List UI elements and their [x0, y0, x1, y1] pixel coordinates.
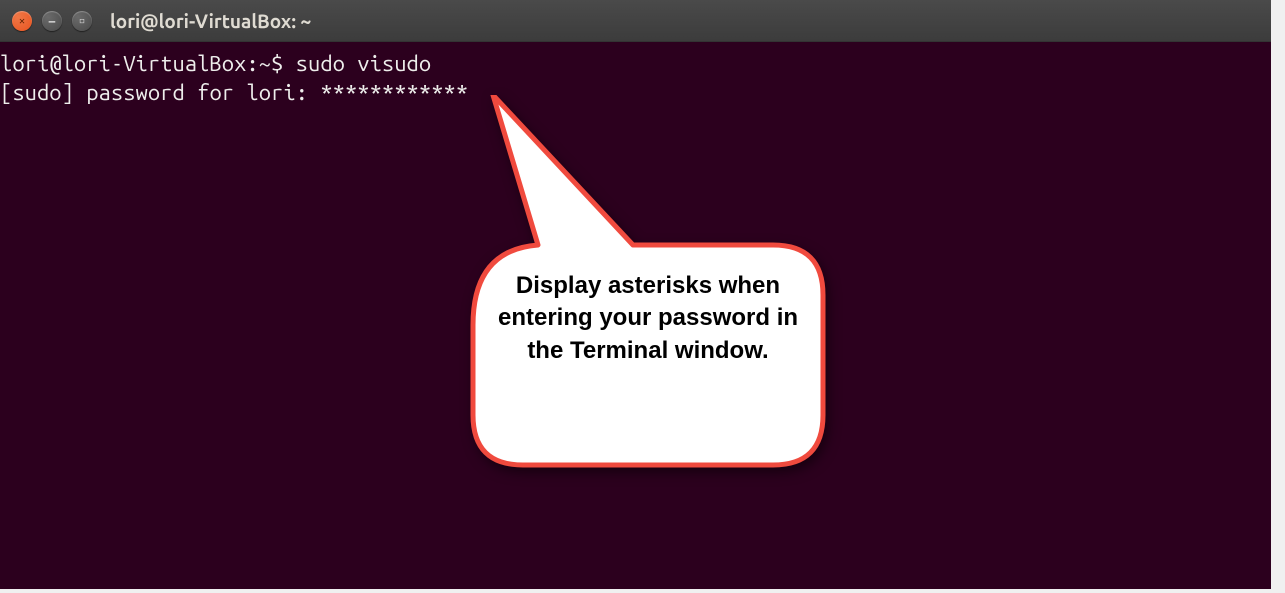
terminal-line: lori@lori-VirtualBox:~$ sudo visudo [0, 50, 1271, 79]
close-button[interactable] [12, 11, 32, 31]
window-title: lori@lori-VirtualBox: ~ [110, 10, 311, 32]
terminal-window: lori@lori-VirtualBox: ~ lori@lori-Virtua… [0, 0, 1271, 589]
minimize-button[interactable] [42, 11, 62, 31]
maximize-button[interactable] [72, 11, 92, 31]
terminal-body[interactable]: lori@lori-VirtualBox:~$ sudo visudo [sud… [0, 42, 1271, 107]
terminal-line: [sudo] password for lori: ************ [0, 79, 1271, 108]
titlebar: lori@lori-VirtualBox: ~ [0, 0, 1271, 42]
window-controls [12, 11, 92, 31]
